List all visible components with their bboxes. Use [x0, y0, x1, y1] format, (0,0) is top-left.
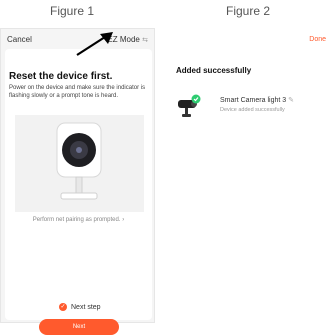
next-button[interactable]: Next [39, 319, 119, 335]
camera-device-icon [178, 94, 201, 117]
device-list-item[interactable]: Smart Camera light 3 ✎ Device added succe… [174, 92, 324, 122]
cancel-button[interactable]: Cancel [7, 35, 32, 44]
chevron-right-icon: › [122, 217, 125, 223]
done-button[interactable]: Done [309, 36, 326, 43]
page-title: Reset the device first. [9, 71, 113, 82]
page-title: Added successfully [176, 66, 252, 75]
edit-pencil-icon[interactable]: ✎ [288, 97, 294, 104]
camera-image [56, 122, 102, 200]
swap-icon: ⇆ [142, 37, 148, 44]
net-pairing-text: Perform net pairing as prompted. [32, 217, 121, 223]
added-success-screen: Done Added successfully Smart Camera lig… [166, 28, 330, 323]
instructions-text: Power on the device and make sure the in… [9, 85, 146, 99]
net-pairing-link[interactable]: Perform net pairing as prompted. › [5, 217, 152, 223]
figure-2-caption: Figure 2 [226, 4, 271, 18]
device-name: Smart Camera light 3 ✎ [220, 97, 295, 104]
next-step-checkbox[interactable]: ✓ Next step [59, 303, 101, 311]
figure-1-caption: Figure 1 [50, 4, 95, 18]
reset-device-screen: Cancel EZ Mode ⇆ Reset the device first.… [0, 28, 155, 335]
arrow-icon [76, 32, 113, 56]
checkmark-icon: ✓ [59, 303, 67, 311]
next-step-label: Next step [71, 303, 101, 311]
device-status: Device added successfully [220, 107, 285, 113]
content-card: Reset the device first. Power on the dev… [5, 49, 152, 335]
camera-illustration [15, 115, 144, 212]
